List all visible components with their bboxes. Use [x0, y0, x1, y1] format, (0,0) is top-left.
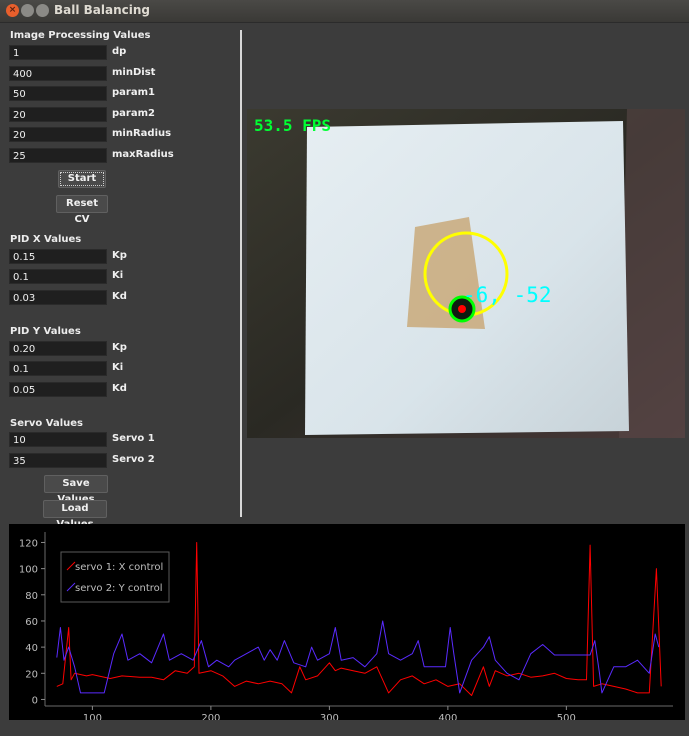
- pid-x-ki-field[interactable]: 0.1: [9, 269, 107, 284]
- legend-label: servo 2: Y control: [75, 583, 163, 594]
- minradius-field[interactable]: 20: [9, 127, 107, 142]
- x-tick-label: 300: [320, 713, 339, 720]
- minimize-icon[interactable]: [21, 4, 34, 17]
- camera-feed: 53.5 FPS -6, -52: [247, 109, 685, 438]
- save-values-button[interactable]: Save Values: [44, 475, 108, 505]
- maxradius-field[interactable]: 25: [9, 148, 107, 163]
- pid-y-kd-field[interactable]: 0.05: [9, 382, 107, 397]
- ball-coordinates: -6, -52: [463, 283, 552, 307]
- y-tick-label: 40: [25, 643, 38, 654]
- pid-y-ki-label: Ki: [112, 362, 124, 373]
- pid-x-heading: PID X Values: [10, 234, 82, 245]
- servo-2-field[interactable]: 35: [9, 453, 107, 468]
- mindist-label: minDist: [112, 67, 156, 78]
- pid-y-ki-field[interactable]: 0.1: [9, 361, 107, 376]
- servo-2-label: Servo 2: [112, 454, 155, 465]
- dp-field[interactable]: 1: [9, 45, 107, 60]
- param1-label: param1: [112, 87, 155, 98]
- pid-y-kd-label: Kd: [112, 383, 127, 394]
- y-tick-label: 60: [25, 617, 38, 628]
- legend-box: [60, 551, 170, 603]
- servo-heading: Servo Values: [10, 418, 84, 429]
- y-tick-label: 120: [19, 538, 38, 549]
- plot-legend: servo 1: X control servo 2: Y control: [60, 551, 170, 603]
- servo-plot: 0 20 40 60 80 100 120 100 200 300 400 500 servo 1: …: [9, 524, 685, 724]
- window-titlebar: × Ball Balancing: [0, 0, 689, 23]
- window-title: Ball Balancing: [54, 3, 151, 17]
- pid-x-kd-label: Kd: [112, 291, 127, 302]
- dp-label: dp: [112, 46, 127, 57]
- panel-divider: [240, 30, 242, 517]
- servo-1-field[interactable]: 10: [9, 432, 107, 447]
- param2-field[interactable]: 20: [9, 107, 107, 122]
- pid-x-kd-field[interactable]: 0.03: [9, 290, 107, 305]
- image-processing-heading: Image Processing Values: [10, 30, 151, 41]
- series-line-y-control: [56, 620, 660, 694]
- pid-y-heading: PID Y Values: [10, 326, 81, 337]
- camera-image: 53.5 FPS -6, -52: [247, 109, 685, 438]
- maximize-icon[interactable]: [36, 4, 49, 17]
- reset-cv-button[interactable]: Reset CV: [56, 195, 108, 225]
- fps-counter: 53.5 FPS: [254, 116, 331, 135]
- pid-y-kp-field[interactable]: 0.20: [9, 341, 107, 356]
- start-button[interactable]: Start: [58, 170, 106, 188]
- mindist-field[interactable]: 400: [9, 66, 107, 81]
- x-tick-label: 500: [557, 713, 576, 720]
- pid-x-kp-field[interactable]: 0.15: [9, 249, 107, 264]
- x-tick-label: 400: [438, 713, 457, 720]
- minradius-label: minRadius: [112, 128, 172, 139]
- param2-label: param2: [112, 108, 155, 119]
- load-values-button[interactable]: Load Values: [43, 500, 107, 530]
- servo-plot-svg: 0 20 40 60 80 100 120 100 200 300 400 500 servo 1: …: [19, 532, 673, 724]
- x-tick-label: 200: [201, 713, 220, 720]
- pid-y-kp-label: Kp: [112, 342, 127, 353]
- y-tick-label: 0: [32, 695, 38, 706]
- maxradius-label: maxRadius: [112, 149, 174, 160]
- x-tick-label: 100: [83, 713, 102, 720]
- legend-label: servo 1: X control: [75, 562, 163, 573]
- param1-field[interactable]: 50: [9, 86, 107, 101]
- y-tick-label: 100: [19, 565, 38, 576]
- close-icon[interactable]: ×: [6, 4, 19, 17]
- pid-x-kp-label: Kp: [112, 250, 127, 261]
- camera-edge-shadow: [619, 109, 685, 438]
- y-tick-label: 80: [25, 591, 38, 602]
- y-tick-label: 20: [25, 669, 38, 680]
- servo-1-label: Servo 1: [112, 433, 155, 444]
- pid-x-ki-label: Ki: [112, 270, 124, 281]
